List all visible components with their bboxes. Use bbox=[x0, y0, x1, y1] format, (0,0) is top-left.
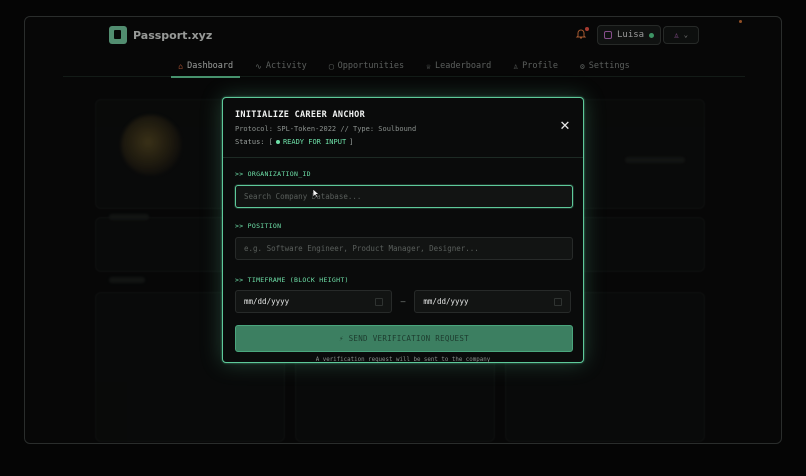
modal-header: INITIALIZE CAREER ANCHOR Protocol: SPL-T… bbox=[223, 98, 583, 158]
modal-body: >> ORGANIZATION_ID >> POSITION >> TIMEFR… bbox=[223, 158, 583, 363]
mouse-cursor-icon bbox=[312, 188, 320, 199]
protocol-info: Protocol: SPL-Token-2022 // Type: Soulbo… bbox=[235, 125, 417, 133]
status-suffix: ] bbox=[349, 138, 354, 146]
start-date-input[interactable]: mm/dd/yyyy bbox=[235, 290, 392, 313]
calendar-icon[interactable] bbox=[374, 297, 383, 306]
start-date-value: mm/dd/yyyy bbox=[244, 297, 290, 306]
modal-title: INITIALIZE CAREER ANCHOR bbox=[235, 110, 366, 120]
end-date-input[interactable]: mm/dd/yyyy bbox=[414, 290, 571, 313]
date-separator: — bbox=[400, 297, 406, 306]
timeframe-row: mm/dd/yyyy — mm/dd/yyyy bbox=[235, 290, 571, 313]
position-input[interactable] bbox=[235, 237, 573, 260]
status-prefix: Status: [ bbox=[235, 138, 273, 146]
status-badge: READY FOR INPUT bbox=[276, 138, 346, 146]
close-button[interactable]: ✕ bbox=[559, 120, 571, 133]
calendar-icon[interactable] bbox=[553, 297, 562, 306]
career-anchor-modal: INITIALIZE CAREER ANCHOR Protocol: SPL-T… bbox=[222, 97, 584, 363]
send-verification-button[interactable]: ⚡ SEND VERIFICATION REQUEST bbox=[235, 325, 573, 352]
organization-search-input[interactable] bbox=[235, 185, 573, 208]
verification-note: A verification request will be sent to t… bbox=[315, 357, 491, 363]
organization-label: >> ORGANIZATION_ID bbox=[235, 170, 311, 178]
timeframe-label: >> TIMEFRAME (BLOCK HEIGHT) bbox=[235, 276, 349, 284]
position-label: >> POSITION bbox=[235, 222, 282, 230]
end-date-value: mm/dd/yyyy bbox=[423, 297, 469, 306]
status-line: Status: [ READY FOR INPUT ] bbox=[235, 138, 571, 146]
